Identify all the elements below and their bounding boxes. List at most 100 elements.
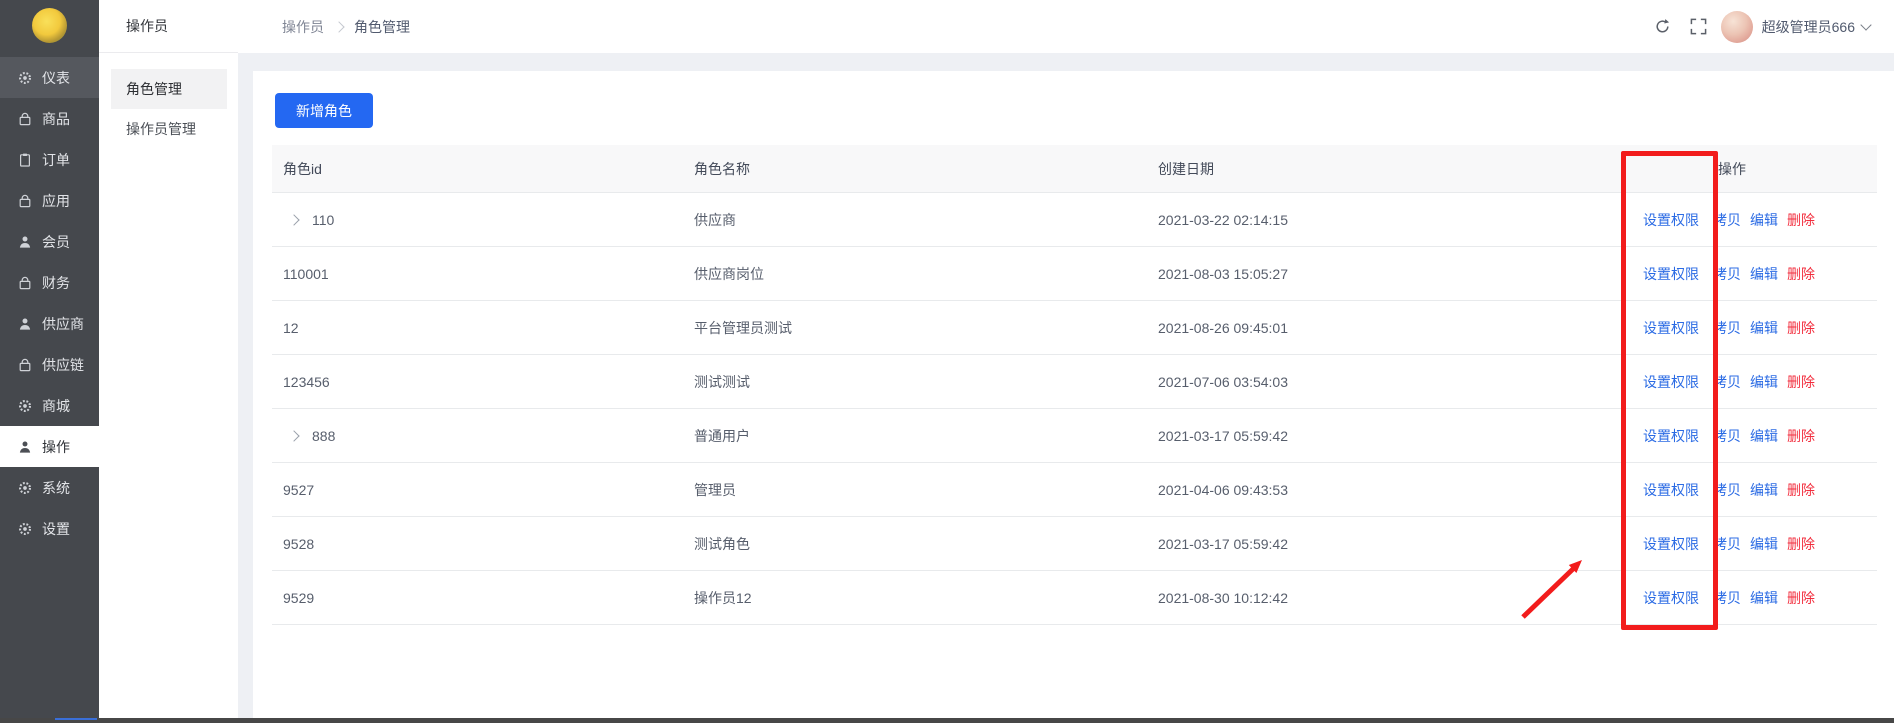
- person-icon: [17, 439, 33, 455]
- sidebar-item-label: 设置: [42, 519, 70, 539]
- actions-cell: 拷贝编辑删除: [1705, 409, 1877, 463]
- role-id: 9528: [283, 536, 314, 552]
- edit-link[interactable]: 编辑: [1750, 320, 1778, 336]
- actions-cell: 拷贝编辑删除: [1705, 247, 1877, 301]
- app-logo-avatar[interactable]: [32, 8, 67, 43]
- fullscreen-icon[interactable]: [1690, 18, 1707, 35]
- expand-caret-icon[interactable]: [288, 430, 299, 441]
- edit-link[interactable]: 编辑: [1750, 536, 1778, 552]
- set-permission-link[interactable]: 设置权限: [1643, 374, 1699, 390]
- submenu-item-role-management[interactable]: 角色管理: [111, 69, 227, 109]
- edit-link[interactable]: 编辑: [1750, 212, 1778, 228]
- add-role-button[interactable]: 新增角色: [275, 93, 373, 128]
- table-row: 9528 测试角色 2021-03-17 05:59:42 设置权限 拷贝编辑删…: [272, 517, 1877, 571]
- bag-icon: [17, 111, 33, 127]
- copy-link[interactable]: 拷贝: [1713, 428, 1741, 444]
- set-permission-link[interactable]: 设置权限: [1643, 212, 1699, 228]
- set-permission-link[interactable]: 设置权限: [1643, 428, 1699, 444]
- set-permission-link[interactable]: 设置权限: [1643, 590, 1699, 606]
- edit-link[interactable]: 编辑: [1750, 428, 1778, 444]
- role-id-cell: 123456: [272, 355, 683, 409]
- copy-link[interactable]: 拷贝: [1713, 266, 1741, 282]
- permission-cell: 设置权限: [1633, 517, 1705, 571]
- delete-link[interactable]: 删除: [1787, 482, 1815, 498]
- gear-icon: [17, 521, 33, 537]
- table-row: 110001 供应商岗位 2021-08-03 15:05:27 设置权限 拷贝…: [272, 247, 1877, 301]
- breadcrumb-item-operators[interactable]: 操作员: [282, 17, 324, 37]
- refresh-icon[interactable]: [1654, 18, 1671, 35]
- delete-link[interactable]: 删除: [1787, 266, 1815, 282]
- role-id-cell: 12: [272, 301, 683, 355]
- sidebar-item-system[interactable]: 系统: [0, 467, 99, 508]
- submenu-title: 操作员: [99, 0, 238, 53]
- sidebar-item-finance[interactable]: 财务: [0, 262, 99, 303]
- bag-icon: [17, 193, 33, 209]
- sidebar-item-settings[interactable]: 设置: [0, 508, 99, 549]
- chevron-down-icon: [1860, 19, 1871, 30]
- delete-link[interactable]: 删除: [1787, 428, 1815, 444]
- expand-caret-icon[interactable]: [288, 214, 299, 225]
- edit-link[interactable]: 编辑: [1750, 266, 1778, 282]
- role-id-cell: 9527: [272, 463, 683, 517]
- actions-cell: 拷贝编辑删除: [1705, 571, 1877, 625]
- gear-icon: [17, 70, 33, 86]
- set-permission-link[interactable]: 设置权限: [1643, 482, 1699, 498]
- user-menu[interactable]: 超级管理员666: [1762, 17, 1870, 37]
- edit-link[interactable]: 编辑: [1750, 590, 1778, 606]
- copy-link[interactable]: 拷贝: [1713, 590, 1741, 606]
- sidebar-item-dashboard[interactable]: 仪表: [0, 57, 99, 98]
- copy-link[interactable]: 拷贝: [1713, 482, 1741, 498]
- copy-link[interactable]: 拷贝: [1713, 536, 1741, 552]
- role-id-cell: 110001: [272, 247, 683, 301]
- user-avatar[interactable]: [1721, 11, 1753, 43]
- edit-link[interactable]: 编辑: [1750, 374, 1778, 390]
- permission-cell: 设置权限: [1633, 571, 1705, 625]
- breadcrumb: 操作员 角色管理: [282, 17, 410, 37]
- copy-link[interactable]: 拷贝: [1713, 212, 1741, 228]
- gear-icon: [17, 480, 33, 496]
- delete-link[interactable]: 删除: [1787, 320, 1815, 336]
- role-name-cell: 平台管理员测试: [683, 301, 1147, 355]
- set-permission-link[interactable]: 设置权限: [1643, 320, 1699, 336]
- edit-link[interactable]: 编辑: [1750, 482, 1778, 498]
- sidebar-item-goods[interactable]: 商品: [0, 98, 99, 139]
- role-id: 110001: [283, 266, 329, 282]
- delete-link[interactable]: 删除: [1787, 536, 1815, 552]
- sidebar-item-label: 订单: [42, 150, 70, 170]
- delete-link[interactable]: 删除: [1787, 374, 1815, 390]
- content-card: 新增角色 角色id 角色名称 创建日期 操作: [253, 71, 1894, 719]
- role-name-cell: 测试角色: [683, 517, 1147, 571]
- sidebar-item-suppliers[interactable]: 供应商: [0, 303, 99, 344]
- table-row: 123456 测试测试 2021-07-06 03:54:03 设置权限 拷贝编…: [272, 355, 1877, 409]
- sidebar-item-apps[interactable]: 应用: [0, 180, 99, 221]
- sidebar-item-operators[interactable]: 操作: [0, 426, 99, 467]
- set-permission-link[interactable]: 设置权限: [1643, 266, 1699, 282]
- roles-table-wrap: 角色id 角色名称 创建日期 操作 110 供应商 2021-03-22 02:…: [272, 145, 1877, 625]
- permission-cell: 设置权限: [1633, 193, 1705, 247]
- created-date-cell: 2021-08-03 15:05:27: [1147, 247, 1633, 301]
- sidebar-item-label: 系统: [42, 478, 70, 498]
- role-id: 888: [312, 428, 335, 444]
- main-area: 新增角色 角色id 角色名称 创建日期 操作: [238, 53, 1894, 719]
- submenu-item-operator-management[interactable]: 操作员管理: [111, 109, 227, 149]
- created-date-cell: 2021-08-30 10:12:42: [1147, 571, 1633, 625]
- table-row: 9527 管理员 2021-04-06 09:43:53 设置权限 拷贝编辑删除: [272, 463, 1877, 517]
- role-name-cell: 供应商岗位: [683, 247, 1147, 301]
- roles-table: 角色id 角色名称 创建日期 操作 110 供应商 2021-03-22 02:…: [272, 145, 1877, 625]
- sidebar-item-mall[interactable]: 商城: [0, 385, 99, 426]
- bag-icon: [17, 275, 33, 291]
- sidebar-item-members[interactable]: 会员: [0, 221, 99, 262]
- statusbar-link-fragment: [55, 718, 97, 720]
- set-permission-link[interactable]: 设置权限: [1643, 536, 1699, 552]
- delete-link[interactable]: 删除: [1787, 212, 1815, 228]
- secondary-sidebar: 操作员 角色管理 操作员管理: [99, 0, 238, 719]
- copy-link[interactable]: 拷贝: [1713, 374, 1741, 390]
- role-id: 12: [283, 320, 299, 336]
- permission-cell: 设置权限: [1633, 463, 1705, 517]
- delete-link[interactable]: 删除: [1787, 590, 1815, 606]
- role-name-cell: 管理员: [683, 463, 1147, 517]
- copy-link[interactable]: 拷贝: [1713, 320, 1741, 336]
- sidebar-item-supply-chain[interactable]: 供应链: [0, 344, 99, 385]
- sidebar-item-orders[interactable]: 订单: [0, 139, 99, 180]
- topbar: 操作员 角色管理 超级管理员666: [238, 0, 1894, 53]
